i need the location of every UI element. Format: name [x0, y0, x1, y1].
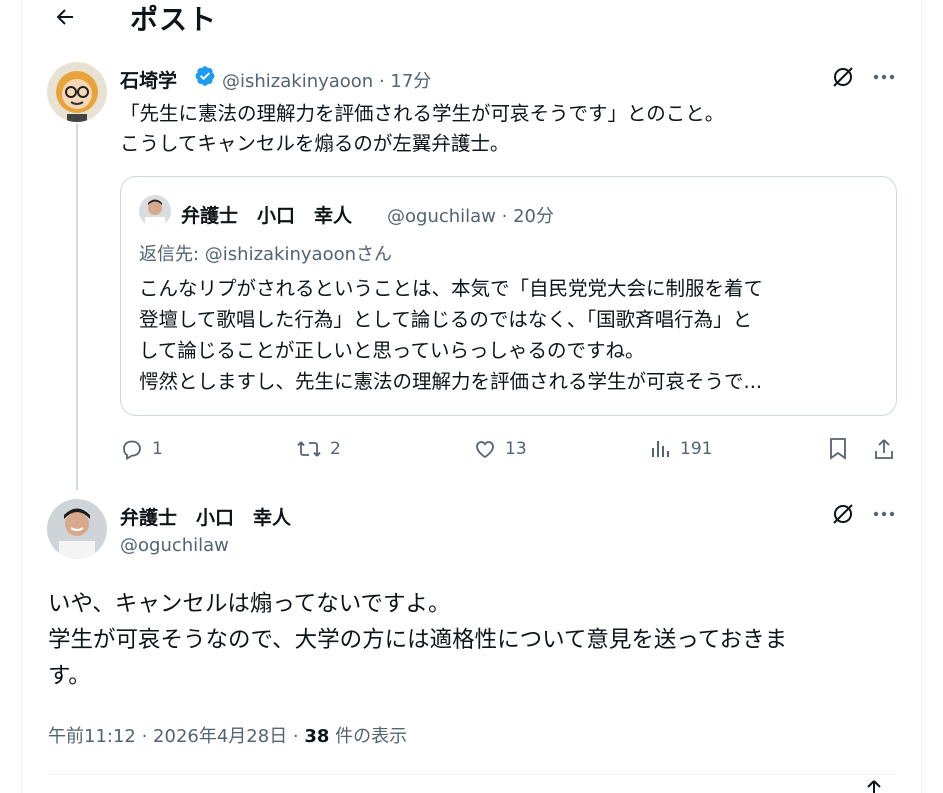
- bookmark-icon: [830, 438, 846, 460]
- more-button[interactable]: [869, 499, 899, 529]
- right-border: [921, 0, 922, 793]
- author-name[interactable]: 石埼学: [120, 66, 177, 93]
- author-handle[interactable]: @oguchilaw: [120, 535, 229, 556]
- back-arrow-icon: [56, 9, 73, 25]
- tweet-line: 学生が可哀そうなので、大学の方には適格性について意見を送っておきま: [48, 627, 788, 653]
- tweet-line: 「先生に憲法の理解力を評価される学生が可哀そうです」とのこと。: [120, 102, 725, 125]
- quote-text: こんなリプがされるということは、本気で「自民党党大会に制服を着て 登壇して歌唱し…: [139, 273, 763, 397]
- quote-author-name: 弁護士 小口 幸人: [181, 205, 353, 227]
- grok-icon: [833, 504, 853, 524]
- more-icon: [873, 511, 895, 517]
- avatar-ishizaki[interactable]: [47, 62, 107, 122]
- author-handle[interactable]: @ishizakinyaoon · 17分: [222, 67, 431, 93]
- like-count: 13: [505, 439, 527, 459]
- tweet-line: いや、キャンセルは煽ってないですよ。: [48, 591, 451, 617]
- tweet-meta: 午前11:12 · 2026年4月28日 · 38 件の表示: [48, 722, 407, 748]
- page-title: ポスト: [130, 3, 218, 36]
- author-name[interactable]: 弁護士 小口 幸人: [120, 503, 291, 530]
- more-button[interactable]: [869, 62, 899, 92]
- page-header: ポスト: [22, 0, 921, 40]
- grok-button[interactable]: [828, 62, 858, 92]
- tweet-line: こうしてキャンセルを煽るのが左翼弁護士。: [120, 132, 510, 155]
- thread-line: [76, 124, 78, 490]
- left-border: [21, 0, 22, 793]
- quote-line: 登壇して歌唱した行為」として論じるのではなく、「国歌斉唱行為」と: [139, 308, 753, 331]
- timestamp[interactable]: 午前11:12 · 2026年4月28日 ·: [48, 726, 304, 747]
- reply-button[interactable]: 1: [120, 433, 163, 465]
- arrow-up-icon: [867, 779, 881, 793]
- views-count: 191: [680, 439, 713, 459]
- back-button[interactable]: [48, 0, 82, 34]
- post-page: ポスト 石埼学 @ishizakinyaoon · 17分 「先生に憲法の理解力…: [0, 0, 943, 793]
- views-button[interactable]: 191: [650, 433, 712, 465]
- divider: [48, 774, 896, 775]
- avatar-oguchi-small: [139, 195, 171, 227]
- avatar-oguchi[interactable]: [47, 499, 107, 559]
- scroll-top-button[interactable]: [860, 776, 888, 793]
- repost-icon: [297, 441, 321, 457]
- share-button[interactable]: [870, 435, 898, 463]
- more-icon: [873, 74, 895, 80]
- main-tweet-text: いや、キャンセルは煽ってないですよ。 学生が可哀そうなので、大学の方には適格性に…: [48, 586, 787, 694]
- view-label: 件の表示: [329, 726, 408, 747]
- tweet-text: 「先生に憲法の理解力を評価される学生が可哀そうです」とのこと。 こうしてキャンセ…: [120, 99, 724, 159]
- grok-icon: [833, 67, 853, 87]
- quote-line: 愕然としますし、先生に憲法の理解力を評価される学生が可哀そうで...: [139, 370, 763, 393]
- repost-count: 2: [330, 439, 341, 459]
- quoted-tweet-card[interactable]: 弁護士 小口 幸人 @oguchilaw · 20分 返信先: @ishizak…: [120, 176, 897, 416]
- views-icon: [652, 441, 669, 457]
- quote-author-handle: @oguchilaw · 20分: [387, 206, 554, 227]
- reply-icon: [123, 440, 141, 461]
- share-icon: [875, 439, 893, 459]
- bookmark-button[interactable]: [824, 435, 852, 463]
- grok-button[interactable]: [828, 499, 858, 529]
- reply-count: 1: [152, 439, 163, 459]
- verified-badge-icon: [195, 66, 215, 86]
- repost-button[interactable]: 2: [296, 433, 341, 465]
- quote-line: こんなリプがされるということは、本気で「自民党党大会に制服を着て: [139, 277, 764, 300]
- quote-reply-to: 返信先: @ishizakinyaoonさん: [139, 244, 393, 265]
- like-button[interactable]: 13: [473, 433, 527, 465]
- view-count: 38: [304, 726, 330, 747]
- tweet-line: す。: [48, 663, 91, 689]
- like-icon: [476, 441, 494, 459]
- quote-line: して論じることが正しいと思っていらっしゃるのですね。: [139, 339, 645, 362]
